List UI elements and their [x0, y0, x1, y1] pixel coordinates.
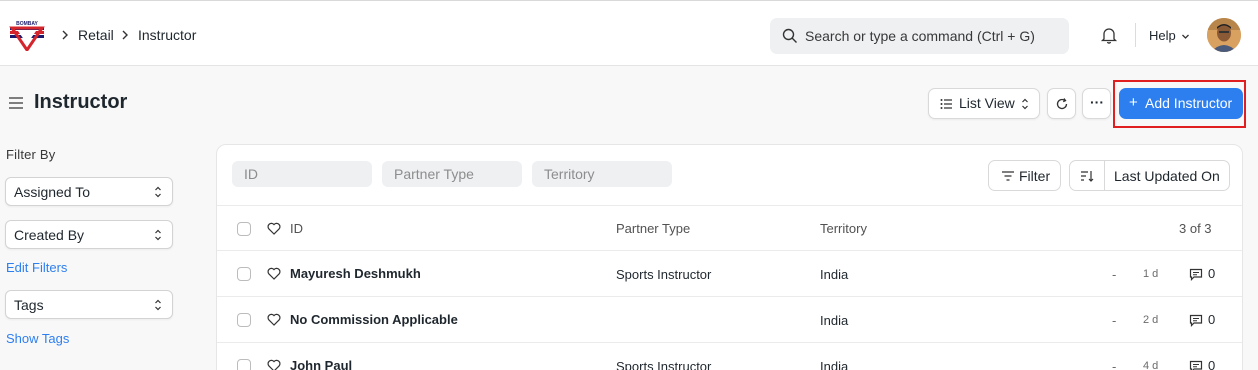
edit-filters-link[interactable]: Edit Filters — [6, 260, 67, 275]
row-modified: 4 d — [1143, 360, 1159, 370]
help-dropdown[interactable]: Help — [1149, 28, 1176, 43]
heart-icon[interactable] — [267, 313, 281, 326]
filter-label: Filter — [1019, 168, 1051, 184]
sort-control[interactable]: Last Updated On — [1069, 160, 1230, 191]
record-count: 3 of 3 — [1179, 221, 1212, 236]
search-placeholder: Search or type a command (Ctrl + G) — [805, 28, 1035, 44]
sort-order-icon[interactable] — [1080, 169, 1094, 183]
column-header-territory[interactable]: Territory — [820, 221, 867, 236]
filter-by-heading: Filter By — [6, 147, 56, 162]
divider — [217, 205, 1242, 206]
territory-filter-input[interactable]: Territory — [532, 161, 672, 187]
heart-icon[interactable] — [267, 222, 281, 235]
id-filter-placeholder: ID — [244, 166, 258, 182]
show-tags-link[interactable]: Show Tags — [6, 331, 69, 346]
list-view-label: List View — [959, 95, 1015, 111]
avatar[interactable] — [1207, 18, 1241, 52]
notification-bell-icon[interactable] — [1100, 26, 1118, 44]
navbar: BOMBAY Retail Instructor Search or type … — [0, 0, 1258, 66]
heart-icon[interactable] — [267, 359, 281, 370]
column-header-id[interactable]: ID — [290, 221, 303, 236]
page-title: Instructor — [34, 91, 128, 113]
chevron-right-icon — [62, 30, 68, 40]
filter-icon — [1002, 171, 1014, 181]
row-id-link[interactable]: John Paul — [290, 358, 352, 370]
sort-field-button[interactable]: Last Updated On — [1114, 168, 1220, 184]
list-card: ID Partner Type Territory Filter Last Up… — [216, 144, 1243, 370]
row-dash: - — [1112, 359, 1117, 370]
svg-text:BOMBAY: BOMBAY — [16, 21, 38, 27]
row-comment-count: 0 — [1208, 312, 1216, 327]
chevron-updown-icon — [155, 229, 161, 241]
row-dash: - — [1112, 313, 1117, 328]
tags-label: Tags — [14, 297, 44, 313]
id-filter-input[interactable]: ID — [232, 161, 372, 187]
more-actions-button[interactable]: ··· — [1082, 88, 1111, 119]
filter-button[interactable]: Filter — [988, 160, 1061, 191]
divider — [217, 342, 1242, 343]
row-dash: - — [1112, 267, 1117, 282]
created-by-select[interactable]: Created By — [5, 220, 173, 249]
app-logo[interactable]: BOMBAY — [9, 19, 45, 53]
row-id-link[interactable]: Mayuresh Deshmukh — [290, 266, 421, 281]
ellipsis-icon: ··· — [1090, 94, 1104, 110]
tags-select[interactable]: Tags — [5, 290, 173, 319]
row-territory: India — [820, 359, 849, 370]
row-comment-count: 0 — [1208, 266, 1216, 281]
assigned-to-select[interactable]: Assigned To — [5, 177, 173, 206]
chevron-updown-icon — [1022, 98, 1028, 110]
row-territory: India — [820, 267, 849, 282]
row-comment-count: 0 — [1208, 358, 1216, 370]
row-partner-type: Sports Instructor — [616, 267, 712, 282]
search-icon — [782, 28, 797, 43]
row-partner-type: Sports Instructor — [616, 359, 712, 370]
heart-icon[interactable] — [267, 267, 281, 280]
breadcrumb-retail[interactable]: Retail — [78, 27, 114, 43]
refresh-button[interactable] — [1047, 88, 1076, 119]
chevron-updown-icon — [155, 186, 161, 198]
assigned-to-label: Assigned To — [14, 184, 91, 200]
sidebar-toggle-icon[interactable] — [8, 96, 24, 110]
search-input[interactable]: Search or type a command (Ctrl + G) — [770, 18, 1069, 54]
row-checkbox[interactable] — [237, 359, 251, 370]
list-icon — [940, 99, 952, 109]
divider — [217, 296, 1242, 297]
chevron-down-icon — [1182, 34, 1189, 39]
created-by-label: Created By — [14, 227, 85, 243]
add-instructor-button[interactable]: + Add Instructor — [1119, 88, 1243, 119]
plus-icon: + — [1129, 94, 1138, 111]
refresh-icon — [1056, 98, 1068, 110]
navbar-divider — [1135, 23, 1136, 47]
territory-filter-placeholder: Territory — [544, 166, 595, 182]
chevron-right-icon — [122, 30, 128, 40]
comment-icon — [1189, 360, 1203, 370]
breadcrumb-instructor[interactable]: Instructor — [138, 27, 196, 43]
sort-divider — [1104, 161, 1105, 190]
row-territory: India — [820, 313, 849, 328]
chevron-updown-icon — [155, 299, 161, 311]
row-modified: 1 d — [1143, 268, 1159, 280]
list-view-button[interactable]: List View — [928, 88, 1040, 119]
comment-icon — [1189, 314, 1203, 327]
row-checkbox[interactable] — [237, 313, 251, 327]
partner-type-filter-input[interactable]: Partner Type — [382, 161, 522, 187]
row-id-link[interactable]: No Commission Applicable — [290, 312, 458, 327]
divider — [217, 250, 1242, 251]
add-instructor-label: Add Instructor — [1145, 95, 1233, 111]
comment-icon — [1189, 268, 1203, 281]
row-modified: 2 d — [1143, 314, 1159, 326]
partner-type-filter-placeholder: Partner Type — [394, 166, 474, 182]
row-checkbox[interactable] — [237, 267, 251, 281]
select-all-checkbox[interactable] — [237, 222, 251, 236]
column-header-partner-type[interactable]: Partner Type — [616, 221, 690, 236]
